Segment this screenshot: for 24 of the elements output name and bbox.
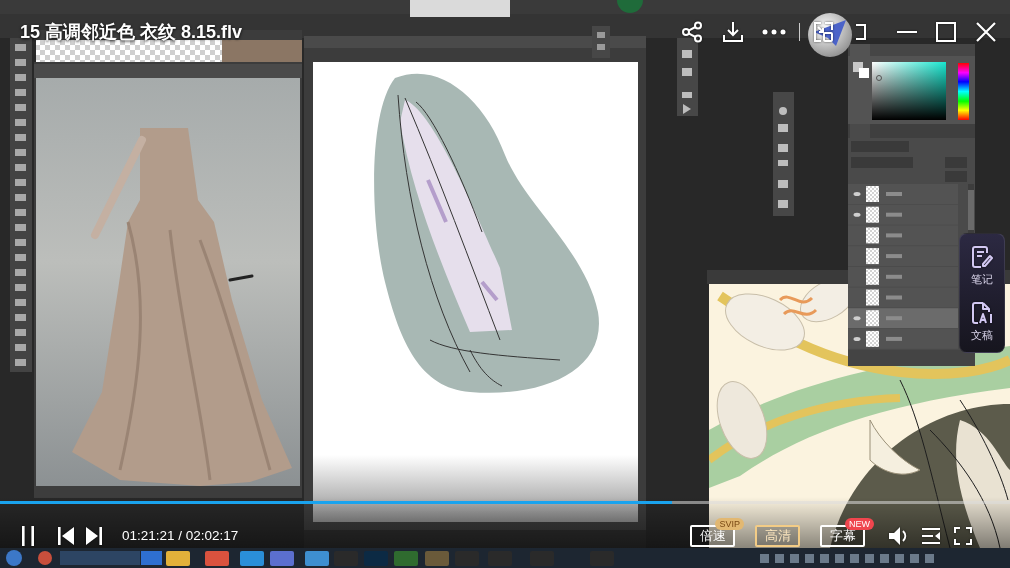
document-pencil-icon bbox=[971, 244, 993, 269]
new-badge: NEW bbox=[845, 518, 874, 530]
panel-drawing bbox=[592, 26, 610, 58]
mini-window-icon[interactable] bbox=[812, 21, 834, 43]
pause-icon[interactable] bbox=[20, 526, 36, 546]
download-icon[interactable] bbox=[722, 21, 744, 43]
fullscreen-icon[interactable] bbox=[954, 527, 972, 545]
progress-track[interactable] bbox=[0, 501, 1010, 504]
vip-badge: SVIP bbox=[715, 518, 744, 530]
time-display: 01:21:21 / 02:02:17 bbox=[122, 528, 239, 544]
document-text-icon bbox=[971, 300, 993, 325]
maximize-icon[interactable] bbox=[936, 22, 956, 42]
bird-icon bbox=[808, 13, 852, 57]
transcript-button[interactable]: 文稿 bbox=[971, 300, 993, 342]
next-icon[interactable] bbox=[86, 527, 102, 545]
volume-icon[interactable] bbox=[889, 527, 909, 545]
notes-button[interactable]: 笔记 bbox=[971, 244, 993, 286]
video-title: 15 高调邻近色 衣纹 8.15.flv bbox=[20, 21, 243, 43]
playlist-icon[interactable] bbox=[922, 528, 940, 544]
close-icon[interactable] bbox=[976, 22, 996, 42]
more-icon[interactable] bbox=[762, 29, 786, 35]
share-icon[interactable] bbox=[681, 21, 703, 43]
previous-icon[interactable] bbox=[58, 527, 74, 545]
bracket-icon[interactable] bbox=[855, 24, 867, 40]
